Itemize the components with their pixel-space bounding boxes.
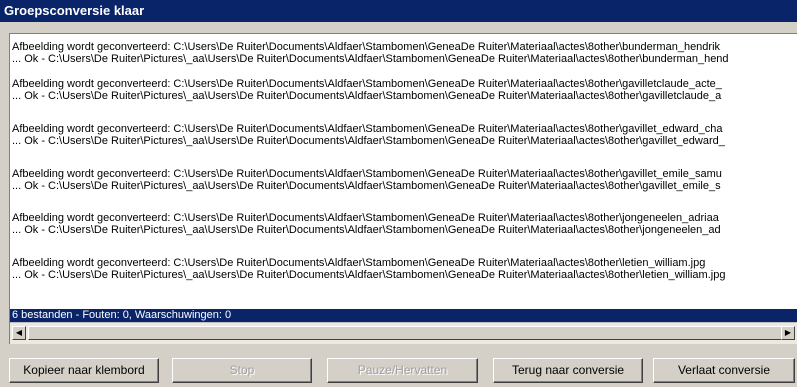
log-entry-source: Afbeelding wordt geconverteerd: C:\Users…	[12, 257, 706, 269]
back-to-conversion-button[interactable]: Terug naar conversie	[493, 358, 643, 383]
log-entry-result: ... Ok - C:\Users\De Ruiter\Pictures\_aa…	[12, 53, 729, 65]
scroll-right-arrow-icon[interactable]: ▶	[781, 326, 795, 340]
log-entry-source: Afbeelding wordt geconverteerd: C:\Users…	[12, 41, 721, 53]
pause-resume-button[interactable]: Pauze/Hervatten	[327, 358, 478, 383]
log-entry-result: ... Ok - C:\Users\De Ruiter\Pictures\_aa…	[12, 269, 726, 281]
log-entry-result: ... Ok - C:\Users\De Ruiter\Pictures\_aa…	[12, 135, 725, 147]
status-bar: 6 bestanden - Fouten: 0, Waarschuwingen:…	[10, 309, 797, 322]
log-entry: Afbeelding wordt geconverteerd: C:\Users…	[10, 123, 797, 147]
copy-to-clipboard-button[interactable]: Kopieer naar klembord	[9, 358, 159, 383]
log-entry: Afbeelding wordt geconverteerd: C:\Users…	[10, 212, 797, 236]
log-entry-source: Afbeelding wordt geconverteerd: C:\Users…	[12, 212, 719, 224]
log-entry-result: ... Ok - C:\Users\De Ruiter\Pictures\_aa…	[12, 224, 721, 236]
horizontal-scrollbar[interactable]: ◀ ▶	[10, 322, 797, 344]
log-panel[interactable]: Afbeelding wordt geconverteerd: C:\Users…	[9, 33, 797, 344]
scrollbar-thumb[interactable]	[28, 326, 785, 340]
log-entry-result: ... Ok - C:\Users\De Ruiter\Pictures\_aa…	[12, 90, 722, 102]
log-entry-source: Afbeelding wordt geconverteerd: C:\Users…	[12, 168, 722, 180]
leave-conversion-button[interactable]: Verlaat conversie	[653, 358, 795, 383]
log-entry: Afbeelding wordt geconverteerd: C:\Users…	[10, 257, 797, 281]
stop-button[interactable]: Stop	[172, 358, 312, 383]
scroll-left-arrow-icon[interactable]: ◀	[12, 326, 26, 340]
log-entry: Afbeelding wordt geconverteerd: C:\Users…	[10, 41, 797, 65]
log-entry-source: Afbeelding wordt geconverteerd: C:\Users…	[12, 78, 722, 90]
log-entry-source: Afbeelding wordt geconverteerd: C:\Users…	[12, 123, 723, 135]
window-title: Groepsconversie klaar	[0, 0, 797, 22]
log-entry-result: ... Ok - C:\Users\De Ruiter\Pictures\_aa…	[12, 180, 721, 192]
log-entry: Afbeelding wordt geconverteerd: C:\Users…	[10, 78, 797, 102]
log-entry: Afbeelding wordt geconverteerd: C:\Users…	[10, 168, 797, 192]
